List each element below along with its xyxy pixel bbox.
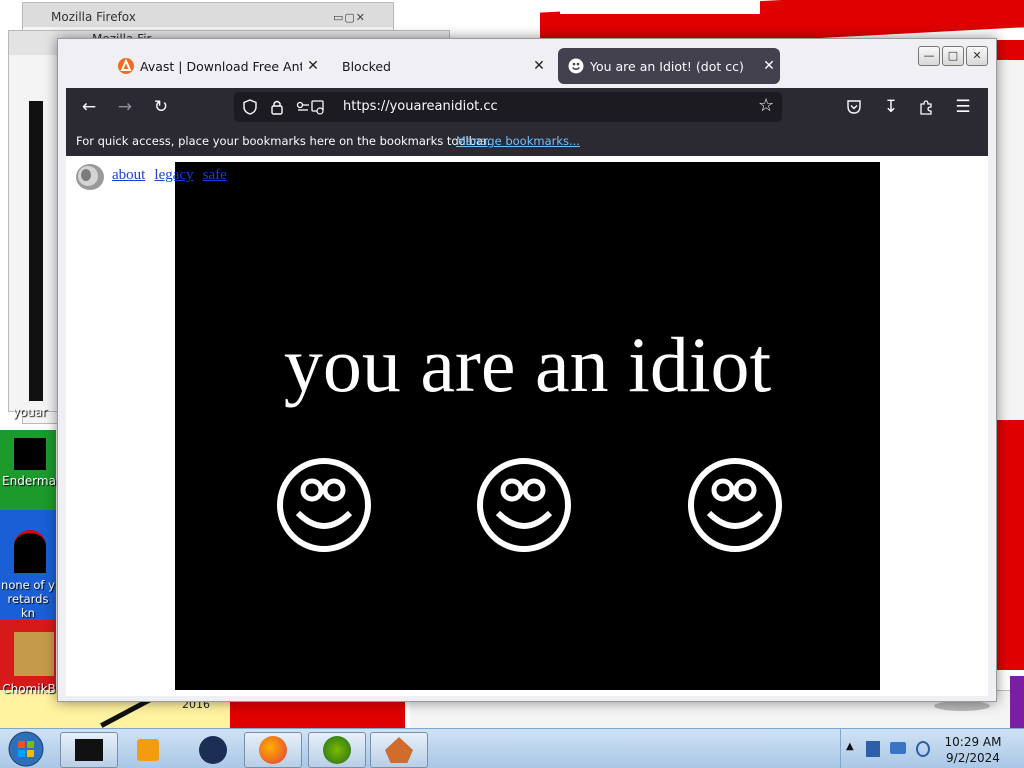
page-content: about legacy safe you are an idiot — [66, 156, 988, 696]
safe-link[interactable]: safe — [203, 167, 227, 183]
close-button[interactable]: ✕ — [966, 46, 988, 66]
tab-bar: Avast | Download Free Antivirus ✕ Blocke… — [58, 39, 996, 87]
desktop-icon-enderman[interactable] — [14, 438, 46, 470]
tab-avast[interactable]: Avast | Download Free Antivirus ✕ — [108, 48, 324, 84]
menu-icon[interactable]: ☰ — [952, 96, 974, 118]
shield-icon[interactable] — [242, 99, 258, 115]
forward-arrow-icon[interactable]: → — [114, 96, 136, 118]
clock-date: 9/2/2024 — [946, 751, 1000, 765]
tab-you-are-an-idiot[interactable]: You are an Idiot! (dot cc) ✕ — [558, 48, 780, 84]
pocket-icon[interactable] — [846, 99, 862, 115]
browser-window: Avast | Download Free Antivirus ✕ Blocke… — [57, 38, 997, 702]
smiley-icon — [568, 58, 584, 74]
url-bar[interactable]: https://youareanidiot.cc ☆ — [234, 92, 782, 122]
top-links: about legacy safe — [112, 164, 231, 184]
idiot-animation-frame: you are an idiot — [175, 162, 880, 690]
tab-title: Blocked — [342, 58, 391, 74]
desktop-icon-chomik[interactable] — [14, 632, 54, 676]
legacy-link[interactable]: legacy — [154, 167, 193, 183]
tab-close-icon[interactable]: ✕ — [528, 58, 550, 74]
download-icon[interactable]: ↧ — [880, 96, 902, 118]
tab-blocked[interactable]: Blocked ✕ — [332, 48, 550, 84]
bg-purple-bottom-right — [1010, 676, 1024, 728]
taskbar-game-icon[interactable] — [370, 732, 428, 768]
ghost-black-panel — [29, 101, 43, 401]
tab-close-icon[interactable]: ✕ — [758, 58, 780, 74]
desktop-icon-label[interactable]: Enderma — [2, 474, 56, 488]
tab-close-icon[interactable]: ✕ — [302, 58, 324, 74]
avast-icon — [118, 58, 134, 74]
taskbar-media-player-icon[interactable] — [122, 732, 180, 768]
bg-white-strip — [560, 0, 760, 14]
bookmarks-hint: For quick access, place your bookmarks h… — [76, 134, 491, 148]
clock[interactable]: 10:29 AM 9/2/2024 — [940, 734, 1006, 766]
bookmarks-toolbar: For quick access, place your bookmarks h… — [66, 126, 988, 156]
reload-icon[interactable]: ↻ — [150, 96, 172, 118]
manage-bookmarks-link[interactable]: Manage bookmarks... — [456, 134, 580, 148]
clock-time: 10:29 AM — [944, 735, 1002, 749]
start-button-icon[interactable] — [6, 731, 46, 767]
taskbar-globe-icon[interactable] — [184, 732, 242, 768]
tray-volume-icon[interactable] — [916, 741, 930, 757]
maximize-button[interactable]: □ — [942, 46, 964, 66]
back-arrow-icon[interactable]: ← — [78, 96, 100, 118]
taskbar-divider — [840, 729, 841, 768]
desktop-icon-none-of-you[interactable] — [14, 530, 46, 573]
desktop: Mozilla Firefox ▭▢✕ Mozilla Fir youar En… — [0, 0, 1024, 768]
smiley-face-icon — [277, 458, 371, 552]
ghost-window-controls: ▭▢✕ — [333, 11, 367, 24]
desktop-icon-label[interactable]: youar — [10, 405, 50, 419]
taskbar: ▲ 10:29 AM 9/2/2024 — [0, 728, 1024, 768]
idiot-headline: you are an idiot — [283, 321, 772, 408]
lock-icon[interactable] — [270, 99, 284, 115]
desktop-icon-label[interactable]: none of y retards kn — [0, 578, 56, 620]
permissions-icon[interactable] — [296, 99, 326, 115]
extensions-icon[interactable] — [918, 99, 934, 115]
url-text[interactable]: https://youareanidiot.cc — [343, 99, 498, 114]
taskbar-firefox-icon[interactable] — [244, 732, 302, 768]
tab-title: You are an Idiot! (dot cc) — [590, 58, 744, 74]
tab-title: Avast | Download Free Antivirus — [140, 58, 302, 74]
smiley-face-icon — [688, 458, 782, 552]
speaker-icon[interactable] — [74, 162, 106, 192]
desktop-icon-label[interactable]: ChomikB — [2, 682, 56, 696]
tray-app-icon[interactable] — [866, 741, 880, 757]
taskbar-windows-update-icon[interactable] — [308, 732, 366, 768]
bookmark-star-icon[interactable]: ☆ — [758, 95, 774, 116]
taskbar-app-black-icon[interactable] — [60, 732, 118, 768]
tray-overflow-icon[interactable]: ▲ — [846, 741, 854, 752]
bg-red-bottom — [230, 700, 405, 728]
tray-network-icon[interactable] — [890, 742, 906, 754]
minimize-button[interactable]: — — [918, 46, 940, 66]
smiley-face-icon — [477, 458, 571, 552]
nav-toolbar: ← → ↻ https://youareanidiot.cc ☆ ↧ ☰ — [66, 88, 988, 126]
about-link[interactable]: about — [112, 167, 145, 183]
